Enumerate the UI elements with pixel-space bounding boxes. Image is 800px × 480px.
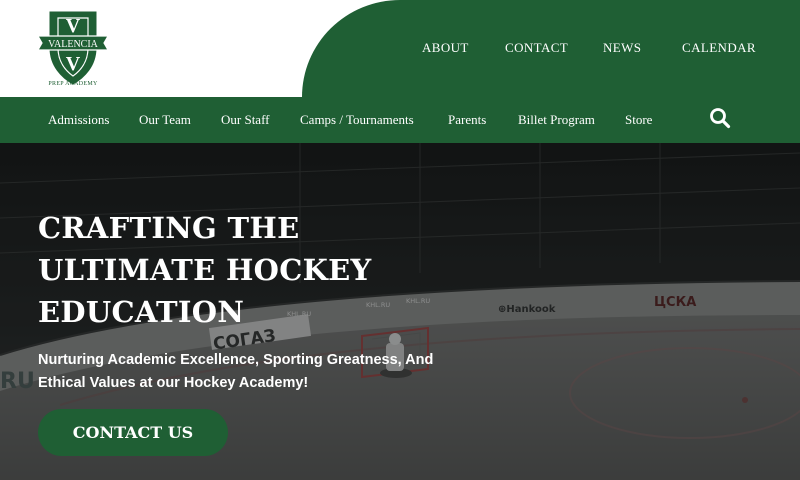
top-nav-about[interactable]: ABOUT (422, 40, 469, 56)
top-nav-calendar[interactable]: CALENDAR (682, 40, 756, 56)
search-icon (710, 108, 731, 129)
nav-item-our-staff[interactable]: Our Staff (221, 112, 270, 128)
top-header: V VALENCIA V PREP ACADEMY ABOUT CONTACT … (0, 0, 800, 97)
logo-letter: V (66, 15, 81, 37)
search-button[interactable] (709, 107, 731, 129)
nav-item-our-team[interactable]: Our Team (139, 112, 191, 128)
contact-us-button[interactable]: CONTACT US (38, 409, 228, 456)
nav-item-store[interactable]: Store (625, 112, 652, 128)
top-nav: ABOUT CONTACT NEWS CALENDAR (0, 40, 800, 58)
hero-title-line-1: CRAFTING THE (38, 211, 300, 245)
hero-title: CRAFTING THE ULTIMATE HOCKEY EDUCATION (38, 207, 458, 333)
top-nav-contact[interactable]: CONTACT (505, 40, 568, 56)
nav-item-billet-program[interactable]: Billet Program (518, 112, 595, 128)
hero-subtitle: Nurturing Academic Excellence, Sporting … (38, 349, 478, 395)
hero-title-line-3: EDUCATION (38, 295, 245, 329)
nav-item-admissions[interactable]: Admissions (48, 112, 109, 128)
hero-subtitle-line-2: Ethical Values at our Hockey Academy! (38, 375, 309, 391)
nav-item-parents[interactable]: Parents (448, 112, 486, 128)
logo-caption: PREP ACADEMY (48, 81, 98, 87)
hero-subtitle-line-1: Nurturing Academic Excellence, Sporting … (38, 352, 434, 368)
nav-item-camps-tournaments[interactable]: Camps / Tournaments (300, 112, 414, 128)
hero-title-line-2: ULTIMATE HOCKEY (38, 253, 372, 287)
top-nav-news[interactable]: NEWS (603, 40, 641, 56)
hero-section: СОГАЗ ⊕Hankook ЦСКА KHL.RU KHL.RU KHL.RU… (0, 143, 800, 480)
main-nav: Admissions Our Team Our Staff Camps / To… (0, 97, 800, 143)
